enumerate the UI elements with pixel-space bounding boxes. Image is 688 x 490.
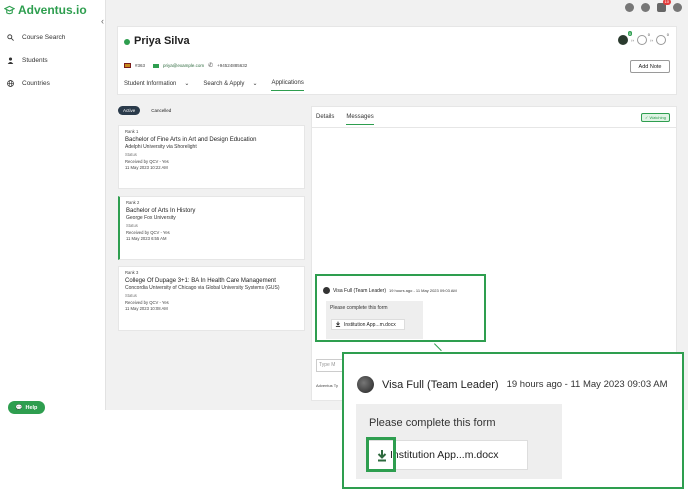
help-circle-icon[interactable] bbox=[625, 3, 634, 12]
student-flow-icons: 0 ›› 0 ›› 0 bbox=[618, 31, 669, 45]
application-rank: Rank 2 bbox=[126, 200, 140, 205]
person-icon bbox=[6, 56, 14, 64]
sidebar-item-label: Students bbox=[22, 56, 48, 64]
application-date: 11 May 2023 6:55 AM bbox=[126, 235, 167, 241]
application-rank: Rank 3 bbox=[125, 270, 139, 275]
user-avatar-icon[interactable] bbox=[673, 3, 682, 12]
student-header: Priya Silva 0 ›› 0 ›› 0 #363 priya@examp… bbox=[117, 26, 677, 95]
flag-icon bbox=[124, 63, 131, 68]
download-icon[interactable] bbox=[376, 449, 388, 467]
application-university: George Fox University bbox=[126, 215, 176, 222]
watching-label: Watching bbox=[649, 115, 666, 120]
student-contact-row: #363 priya@example.com ✆ +94524885632 bbox=[124, 62, 247, 69]
sidebar-item-label: Countries bbox=[22, 79, 50, 87]
add-note-button[interactable]: Add Note bbox=[630, 60, 670, 73]
avatar bbox=[357, 376, 374, 393]
document-icon[interactable]: 0 bbox=[637, 32, 650, 45]
message-text: Please complete this form bbox=[369, 417, 496, 429]
application-university: Adelphi University via Shorelight bbox=[125, 144, 197, 151]
message-sender: Visa Full (Team Leader) bbox=[382, 378, 499, 391]
application-date: 11 May 2023 10:22 AM bbox=[125, 164, 168, 170]
flow-count: 0 bbox=[627, 31, 632, 36]
tab-label: Applications bbox=[271, 80, 304, 86]
panel-tabs: Details Messages bbox=[316, 114, 374, 125]
brand-name: Adventus.io bbox=[18, 3, 87, 17]
watching-badge[interactable]: ✓ Watching bbox=[641, 113, 670, 122]
avatar bbox=[323, 287, 330, 294]
application-filters: Active Cancelled bbox=[118, 106, 176, 115]
message-header: Visa Full (Team Leader) 19 hours ago - 1… bbox=[357, 376, 667, 393]
application-card[interactable]: Rank 3 College Of Dupage 3+1: BA In Heal… bbox=[118, 266, 305, 331]
divider bbox=[312, 127, 676, 128]
application-card[interactable]: Rank 2 Bachelor of Arts In History Georg… bbox=[118, 196, 305, 260]
tab-details[interactable]: Details bbox=[316, 114, 334, 125]
filter-cancelled[interactable]: Cancelled bbox=[146, 106, 176, 115]
application-card[interactable]: Rank 1 Bachelor of Fine Arts in Art and … bbox=[118, 125, 305, 189]
student-tabs: Student Information ⌄ Search & Apply ⌄ A… bbox=[124, 80, 304, 91]
chevron-left-icon[interactable]: ‹ bbox=[101, 16, 104, 26]
tab-label: Search & Apply bbox=[203, 80, 245, 87]
attachment-name: Institution App...m.docx bbox=[390, 449, 499, 461]
sidebar-item-label: Course Search bbox=[22, 33, 66, 41]
help-button[interactable]: 💬 Help bbox=[8, 401, 45, 414]
phone-icon: ✆ bbox=[208, 63, 214, 69]
chevron-down-icon: ⌄ bbox=[184, 81, 190, 87]
application-university: Concordia University of Chicago via Glob… bbox=[125, 285, 280, 292]
status-dot bbox=[124, 39, 130, 45]
application-title: Bachelor of Arts In History bbox=[126, 208, 196, 215]
student-email[interactable]: priya@example.com bbox=[163, 63, 204, 68]
chevron-right-icon: ›› bbox=[631, 37, 634, 43]
gear-icon[interactable] bbox=[641, 3, 650, 12]
application-date: 11 May 2023 10:08 AM bbox=[125, 305, 168, 311]
globe-icon bbox=[6, 79, 14, 87]
message-timestamp: 19 hours ago - 11 May 2023 09:03 AM bbox=[506, 379, 668, 390]
student-phone[interactable]: +94524885632 bbox=[217, 63, 247, 68]
message-header: Visa Full (Team Leader) 19 hours ago - 1… bbox=[323, 287, 457, 294]
graduation-cap-icon bbox=[4, 5, 15, 14]
mail-icon bbox=[153, 63, 160, 68]
chevron-right-icon: ›› bbox=[650, 37, 653, 43]
graduation-cap-icon[interactable]: 0 bbox=[618, 31, 632, 45]
tab-applications[interactable]: Applications bbox=[271, 80, 304, 91]
tab-student-information[interactable]: Student Information ⌄ bbox=[124, 80, 189, 91]
message-bubble: Please complete this form Institution Ap… bbox=[326, 301, 423, 339]
attachment-name: Institution App...m.docx bbox=[344, 321, 396, 328]
sidebar: Adventus.io ‹ Course Search Students Cou… bbox=[0, 0, 106, 410]
application-title: Bachelor of Fine Arts in Art and Design … bbox=[125, 137, 257, 144]
chevron-down-icon: ⌄ bbox=[252, 81, 258, 87]
sidebar-item-students[interactable]: Students bbox=[6, 56, 48, 64]
message-timestamp: 19 hours ago - 11 May 2023 09:03 AM bbox=[389, 288, 457, 293]
tab-label: Student Information bbox=[124, 80, 177, 87]
bank-icon[interactable]: 0 bbox=[656, 32, 669, 45]
filter-active[interactable]: Active bbox=[118, 106, 141, 115]
message-sender: Visa Full (Team Leader) bbox=[333, 287, 386, 294]
student-id: #363 bbox=[135, 63, 146, 68]
flow-count: 0 bbox=[647, 32, 650, 37]
help-label: Help bbox=[25, 404, 38, 411]
tab-messages[interactable]: Messages bbox=[346, 114, 374, 125]
flow-count: 0 bbox=[666, 32, 669, 37]
message-callout-small: Visa Full (Team Leader) 19 hours ago - 1… bbox=[315, 274, 486, 342]
application-rank: Rank 1 bbox=[125, 129, 139, 134]
application-title: College Of Dupage 3+1: BA In Health Care… bbox=[125, 278, 276, 285]
download-icon[interactable] bbox=[335, 321, 341, 329]
tab-search-apply[interactable]: Search & Apply ⌄ bbox=[203, 80, 257, 91]
topbar-icons: 10 bbox=[625, 0, 682, 12]
message-text: Please complete this form bbox=[330, 305, 388, 311]
search-icon bbox=[6, 33, 14, 41]
sidebar-item-course-search[interactable]: Course Search bbox=[6, 33, 65, 41]
panel-footer-text: Adventus Ty bbox=[316, 383, 338, 388]
sidebar-item-countries[interactable]: Countries bbox=[6, 79, 50, 87]
student-name: Priya Silva bbox=[134, 35, 190, 47]
notification-badge: 10 bbox=[662, 0, 671, 5]
bell-icon[interactable]: 10 bbox=[657, 0, 671, 12]
brand-logo[interactable]: Adventus.io bbox=[4, 3, 87, 17]
attachment-chip[interactable]: Institution App...m.docx bbox=[331, 319, 405, 330]
download-highlight[interactable] bbox=[366, 437, 396, 472]
chat-icon: 💬 bbox=[15, 404, 23, 411]
app-window: Adventus.io ‹ Course Search Students Cou… bbox=[0, 0, 688, 410]
